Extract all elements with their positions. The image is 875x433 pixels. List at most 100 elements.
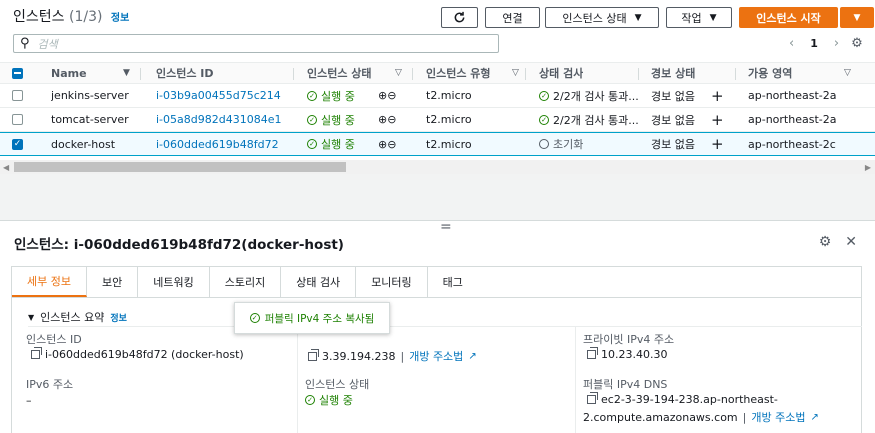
- gear-icon[interactable]: ⚙: [819, 234, 832, 250]
- info-link[interactable]: 정보: [111, 13, 129, 24]
- detail-title: 인스턴스: i-060dded619b48fd72(docker-host): [14, 237, 344, 253]
- zoom-out-icon[interactable]: ⊖: [387, 89, 396, 102]
- add-alarm-icon[interactable]: +: [711, 133, 724, 155]
- instance-state-text: 실행 중: [321, 89, 355, 103]
- check-circle-icon: ✓: [539, 114, 549, 125]
- col-name[interactable]: Name ▼: [51, 63, 136, 83]
- tab-details[interactable]: 세부 정보: [12, 267, 87, 297]
- public-ip-text: 3.39.194.238: [322, 349, 396, 363]
- copy-icon[interactable]: [587, 392, 598, 404]
- public-dns-open-link[interactable]: 개방 주소법: [751, 409, 805, 425]
- close-icon[interactable]: ✕: [845, 234, 857, 250]
- copy-icon[interactable]: [308, 348, 319, 361]
- scrollbar-thumb[interactable]: [14, 162, 346, 172]
- col-status-check[interactable]: 상태 검사: [539, 63, 583, 83]
- instances-table: Name ▼ 인스턴스 ID 인스턴스 상태 ▽ 인스턴스 유형 ▽ 상태 검사…: [0, 62, 875, 156]
- col-instance-state[interactable]: 인스턴스 상태 ▽: [307, 63, 407, 83]
- col-alarm-status-label: 경보 상태: [651, 67, 696, 80]
- zoom-icons[interactable]: ⊕ ⊖: [378, 133, 396, 155]
- copy-icon[interactable]: [31, 347, 42, 359]
- external-link-icon[interactable]: ↗: [468, 351, 476, 362]
- zoom-in-icon[interactable]: ⊕: [378, 138, 387, 151]
- clock-icon: [539, 139, 549, 149]
- row-checkbox[interactable]: ✓: [12, 133, 23, 155]
- tab-monitoring[interactable]: 모니터링: [356, 267, 428, 297]
- check-circle-icon: ✓: [307, 90, 317, 101]
- add-alarm-icon[interactable]: +: [711, 84, 724, 107]
- instance-id-link[interactable]: i-03b9a00455d75c214: [156, 84, 281, 107]
- zoom-out-icon[interactable]: ⊖: [387, 113, 396, 126]
- instance-id-text: i-060dded619b48fd72 (docker-host): [45, 348, 244, 361]
- open-address-link[interactable]: 개방 주소법: [409, 348, 463, 364]
- scroll-right-icon[interactable]: ▶: [865, 163, 871, 172]
- public-ip-value: 3.39.194.238 | 개방 주소법 ↗: [308, 348, 477, 364]
- instance-name: jenkins-server: [51, 89, 129, 102]
- copy-icon[interactable]: [587, 347, 598, 359]
- add-alarm-icon[interactable]: +: [711, 108, 724, 131]
- check-circle-icon: ✓: [307, 114, 317, 125]
- detail-panel: = 인스턴스: i-060dded619b48fd72(docker-host)…: [0, 220, 875, 433]
- search-input[interactable]: ⚲ 검색: [13, 34, 499, 53]
- table-header: Name ▼ 인스턴스 ID 인스턴스 상태 ▽ 인스턴스 유형 ▽ 상태 검사…: [0, 62, 875, 84]
- instance-id-link[interactable]: i-05a8d982d431084e1: [156, 108, 281, 131]
- instance-state: ✓ 실행 중: [307, 133, 355, 155]
- col-availability-zone-label: 가용 영역: [748, 67, 793, 80]
- select-all-checkbox[interactable]: [12, 63, 23, 83]
- connect-button[interactable]: 연결: [485, 7, 540, 28]
- ipv6-value: –: [26, 394, 32, 407]
- instance-id-link[interactable]: i-060dded619b48fd72: [156, 133, 279, 155]
- launch-options-button[interactable]: ▼: [840, 7, 874, 28]
- divider: [297, 326, 298, 433]
- tab-networking[interactable]: 네트워킹: [138, 267, 210, 297]
- gear-icon[interactable]: ⚙: [851, 36, 863, 51]
- horizontal-scrollbar[interactable]: ◀ ▶: [0, 160, 875, 174]
- status-check-text: 2/2개 검사 통과...: [553, 89, 639, 103]
- resize-handle-icon[interactable]: =: [440, 220, 452, 234]
- divider: [575, 326, 576, 433]
- pagination: ‹ 1 › ⚙: [789, 34, 875, 53]
- tab-tags[interactable]: 태그: [428, 267, 478, 297]
- sort-icon: ▽: [395, 68, 402, 78]
- zoom-icons[interactable]: ⊕ ⊖: [378, 84, 396, 107]
- table-row[interactable]: ✓ docker-host i-060dded619b48fd72 ✓ 실행 중 …: [0, 132, 875, 156]
- table-row[interactable]: tomcat-server i-05a8d982d431084e1 ✓ 실행 중 …: [0, 108, 875, 132]
- tab-security[interactable]: 보안: [87, 267, 139, 297]
- col-instance-id[interactable]: 인스턴스 ID: [156, 63, 214, 83]
- zoom-icons[interactable]: ⊕ ⊖: [378, 108, 396, 131]
- caret-down-icon: ▼: [28, 312, 35, 322]
- public-dns-value-line2: 2.compute.amazonaws.com | 개방 주소법 ↗: [583, 409, 819, 425]
- actions-label: 작업: [681, 11, 702, 25]
- zoom-in-icon[interactable]: ⊕: [378, 89, 387, 102]
- actions-dropdown[interactable]: 작업 ▼: [666, 7, 732, 28]
- private-ip-label: 프라이빗 IPv4 주소: [583, 333, 675, 346]
- refresh-button[interactable]: [441, 7, 478, 28]
- launch-instance-button[interactable]: 인스턴스 시작: [739, 7, 838, 28]
- zoom-in-icon[interactable]: ⊕: [378, 113, 387, 126]
- page-number[interactable]: 1: [810, 37, 818, 50]
- details-content: ▼ 인스턴스 요약 정보 인스턴스 ID i-060dded619b48fd72…: [11, 297, 862, 433]
- row-checkbox[interactable]: [12, 84, 23, 107]
- public-dns-label: 퍼블릭 IPv4 DNS: [583, 378, 668, 391]
- info-link[interactable]: 정보: [110, 311, 127, 324]
- col-instance-type-label: 인스턴스 유형: [426, 67, 491, 80]
- status-check: ✓ 2/2개 검사 통과...: [539, 84, 639, 107]
- external-link-icon[interactable]: ↗: [810, 412, 818, 423]
- instance-state-dropdown[interactable]: 인스턴스 상태 ▼: [545, 7, 659, 28]
- col-alarm-status[interactable]: 경보 상태: [651, 63, 695, 83]
- table-row[interactable]: jenkins-server i-03b9a00455d75c214 ✓ 실행 중…: [0, 84, 875, 108]
- zoom-out-icon[interactable]: ⊖: [387, 138, 396, 151]
- instance-id-value: i-060dded619b48fd72 (docker-host): [31, 347, 244, 361]
- next-page-icon[interactable]: ›: [834, 36, 839, 51]
- tab-storage[interactable]: 스토리지: [210, 267, 282, 297]
- availability-zone: ap-northeast-2a: [748, 89, 837, 102]
- alarm-status: 경보 없음: [651, 113, 695, 127]
- prev-page-icon[interactable]: ‹: [789, 36, 794, 51]
- check-circle-icon: ✓: [249, 313, 260, 323]
- col-availability-zone[interactable]: 가용 영역 ▽: [748, 63, 858, 83]
- tab-status-checks[interactable]: 상태 검사: [281, 267, 357, 297]
- row-checkbox[interactable]: [12, 108, 23, 131]
- status-check-text: 2/2개 검사 통과...: [553, 113, 639, 127]
- scroll-left-icon[interactable]: ◀: [3, 163, 9, 172]
- instance-summary-header[interactable]: ▼ 인스턴스 요약 정보: [28, 309, 127, 325]
- col-instance-type[interactable]: 인스턴스 유형 ▽: [426, 63, 526, 83]
